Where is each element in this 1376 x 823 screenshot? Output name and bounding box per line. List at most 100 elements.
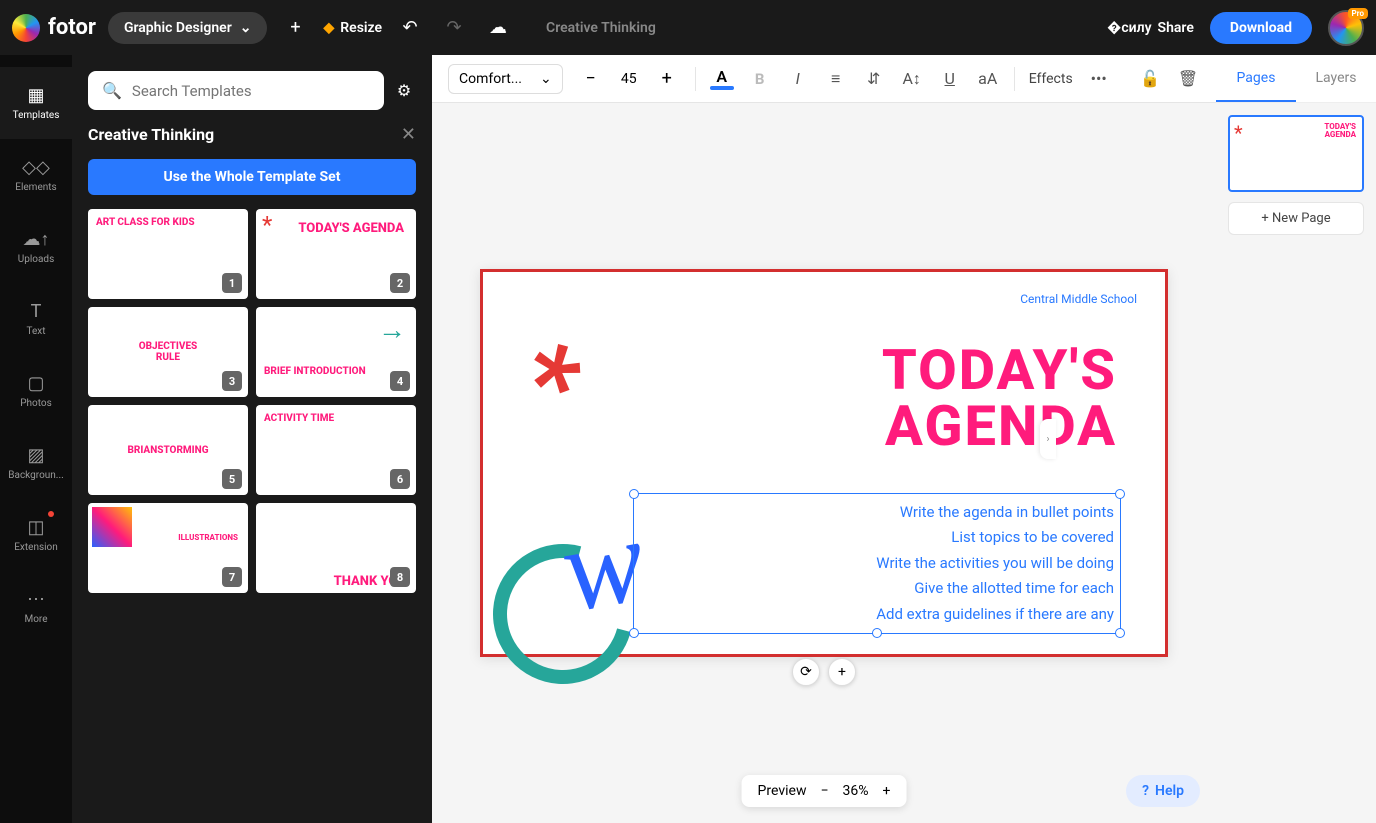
template-thumb-7[interactable]: ILLUSTRATIONS7 bbox=[88, 503, 248, 593]
new-page-label: New Page bbox=[1272, 211, 1331, 226]
search-input-wrap[interactable]: 🔍 bbox=[88, 71, 384, 110]
elements-icon: ◇◇ bbox=[22, 157, 50, 178]
template-thumb-3[interactable]: OBJECTIVES RULE3 bbox=[88, 307, 248, 397]
help-label: Help bbox=[1155, 783, 1184, 799]
effects-button[interactable]: Effects bbox=[1029, 71, 1073, 87]
preview-button[interactable]: Preview bbox=[758, 783, 807, 799]
agenda-line: Write the agenda in bullet points bbox=[640, 500, 1114, 526]
rail-photos[interactable]: ▢Photos bbox=[0, 355, 72, 427]
agenda-line: Write the activities you will be doing bbox=[640, 551, 1114, 577]
extension-icon: ◫ bbox=[27, 517, 44, 538]
tab-layers[interactable]: Layers bbox=[1296, 55, 1376, 102]
text-icon: T bbox=[31, 301, 42, 322]
zoom-value[interactable]: 36% bbox=[842, 783, 868, 799]
template-thumb-5[interactable]: BRIANSTORMING5 bbox=[88, 405, 248, 495]
plus-icon: + bbox=[1261, 211, 1268, 226]
share-icon: �силу bbox=[1107, 20, 1152, 36]
resize-button[interactable]: ◆ Resize bbox=[323, 20, 382, 36]
search-icon: 🔍 bbox=[102, 81, 122, 100]
text-toolbar: Comfort... ⌄ − 45 + A B I ≡ ⇵ A↕ U aA Ef… bbox=[432, 55, 1216, 103]
rail-templates[interactable]: ▦Templates bbox=[0, 67, 72, 139]
green-circle-graphic bbox=[467, 518, 658, 709]
share-label: Share bbox=[1158, 20, 1194, 36]
templates-icon: ▦ bbox=[27, 85, 44, 106]
rail-uploads[interactable]: ☁↑Uploads bbox=[0, 211, 72, 283]
agenda-line: List topics to be covered bbox=[640, 525, 1114, 551]
nav-rail: ▦Templates ◇◇Elements ☁↑Uploads TText ▢P… bbox=[0, 55, 72, 823]
selection-handle[interactable] bbox=[1115, 628, 1125, 638]
panel-title: Creative Thinking bbox=[88, 125, 214, 144]
logo[interactable]: fotor bbox=[12, 14, 96, 42]
redo-button[interactable]: ↷ bbox=[438, 12, 470, 44]
close-icon[interactable]: ✕ bbox=[401, 124, 416, 145]
align-button[interactable]: ≡ bbox=[824, 69, 848, 89]
chevron-down-icon: ⌄ bbox=[240, 20, 252, 36]
document-title[interactable]: Creative Thinking bbox=[546, 20, 656, 36]
selection-handle[interactable] bbox=[1115, 489, 1125, 499]
agenda-line: Give the allotted time for each bbox=[640, 576, 1114, 602]
search-input[interactable] bbox=[132, 82, 370, 100]
more-options-button[interactable]: ••• bbox=[1087, 69, 1111, 88]
filter-button[interactable]: ⚙ bbox=[392, 79, 416, 103]
template-thumb-4[interactable]: BRIEF INTRODUCTION→4 bbox=[256, 307, 416, 397]
rail-elements[interactable]: ◇◇Elements bbox=[0, 139, 72, 211]
selection-handle[interactable] bbox=[629, 489, 639, 499]
canvas-slide[interactable]: Central Middle School TODAY'S AGENDA * w… bbox=[480, 269, 1168, 657]
font-size-decrease[interactable]: − bbox=[577, 65, 605, 93]
help-button[interactable]: ? Help bbox=[1126, 775, 1200, 807]
font-size-value[interactable]: 45 bbox=[609, 67, 649, 91]
templates-panel: 🔍 ⚙ Creative Thinking ✕ Use the Whole Te… bbox=[72, 55, 432, 823]
template-thumb-2[interactable]: *TODAY'S AGENDA2 bbox=[256, 209, 416, 299]
share-button[interactable]: �силу Share bbox=[1107, 20, 1194, 36]
case-button[interactable]: aA bbox=[976, 69, 1000, 88]
font-selector[interactable]: Comfort... ⌄ bbox=[448, 64, 563, 94]
right-panel-collapse[interactable]: › bbox=[1040, 419, 1056, 459]
underline-button[interactable]: U bbox=[938, 69, 962, 88]
tab-pages[interactable]: Pages bbox=[1216, 55, 1296, 102]
selection-handle[interactable] bbox=[629, 628, 639, 638]
template-thumb-6[interactable]: ACTIVITY TIME6 bbox=[256, 405, 416, 495]
spacing-button[interactable]: ⇵ bbox=[862, 69, 886, 88]
template-thumb-1[interactable]: ART CLASS FOR KIDS1 bbox=[88, 209, 248, 299]
text-color-button[interactable]: A bbox=[710, 67, 734, 90]
add-button[interactable]: + bbox=[279, 12, 311, 44]
uploads-icon: ☁↑ bbox=[23, 229, 50, 250]
asterisk-graphic: * bbox=[511, 316, 593, 454]
diamond-icon: ◆ bbox=[323, 20, 334, 36]
italic-button[interactable]: I bbox=[786, 69, 810, 88]
rail-extension[interactable]: ◫Extension bbox=[0, 499, 72, 571]
pro-badge: Pro bbox=[1348, 8, 1368, 19]
avatar[interactable]: Pro bbox=[1328, 10, 1364, 46]
delete-button[interactable]: 🗑 bbox=[1176, 69, 1200, 88]
download-button[interactable]: Download bbox=[1210, 12, 1312, 44]
bold-button[interactable]: B bbox=[748, 70, 772, 88]
rail-more[interactable]: ⋯More bbox=[0, 571, 72, 643]
more-icon: ⋯ bbox=[27, 589, 45, 610]
rail-text[interactable]: TText bbox=[0, 283, 72, 355]
add-element-button[interactable]: + bbox=[828, 658, 856, 686]
background-icon: ▨ bbox=[27, 445, 44, 466]
zoom-in-button[interactable]: + bbox=[882, 783, 890, 799]
selection-handle[interactable] bbox=[872, 628, 882, 638]
zoom-out-button[interactable]: − bbox=[820, 783, 828, 799]
resize-label: Resize bbox=[340, 20, 382, 36]
rail-background[interactable]: ▨Backgroun... bbox=[0, 427, 72, 499]
page-thumbnail-1[interactable]: * TODAY'SAGENDA bbox=[1228, 115, 1364, 192]
new-page-button[interactable]: + New Page bbox=[1228, 202, 1364, 235]
template-thumb-8[interactable]: THANK YOU8 bbox=[256, 503, 416, 593]
font-size-increase[interactable]: + bbox=[653, 65, 681, 93]
use-template-set-button[interactable]: Use the Whole Template Set bbox=[88, 159, 416, 195]
chevron-down-icon: ⌄ bbox=[540, 71, 552, 87]
cloud-sync-icon[interactable]: ☁ bbox=[482, 12, 514, 44]
vertical-text-button[interactable]: A↕ bbox=[900, 69, 924, 89]
text-color-a: A bbox=[716, 67, 727, 86]
rotate-handle[interactable]: ⟳ bbox=[792, 658, 820, 686]
zoom-bar: Preview − 36% + bbox=[742, 775, 907, 807]
text-color-swatch bbox=[710, 86, 734, 90]
undo-button[interactable]: ↶ bbox=[394, 12, 426, 44]
agenda-text-box[interactable]: Write the agenda in bullet points List t… bbox=[633, 493, 1121, 635]
right-panel: Pages Layers * TODAY'SAGENDA + New Page bbox=[1216, 55, 1376, 823]
role-selector[interactable]: Graphic Designer ⌄ bbox=[108, 12, 268, 44]
thumb-asterisk-icon: * bbox=[1234, 121, 1243, 145]
lock-button[interactable]: 🔓 bbox=[1138, 69, 1162, 88]
